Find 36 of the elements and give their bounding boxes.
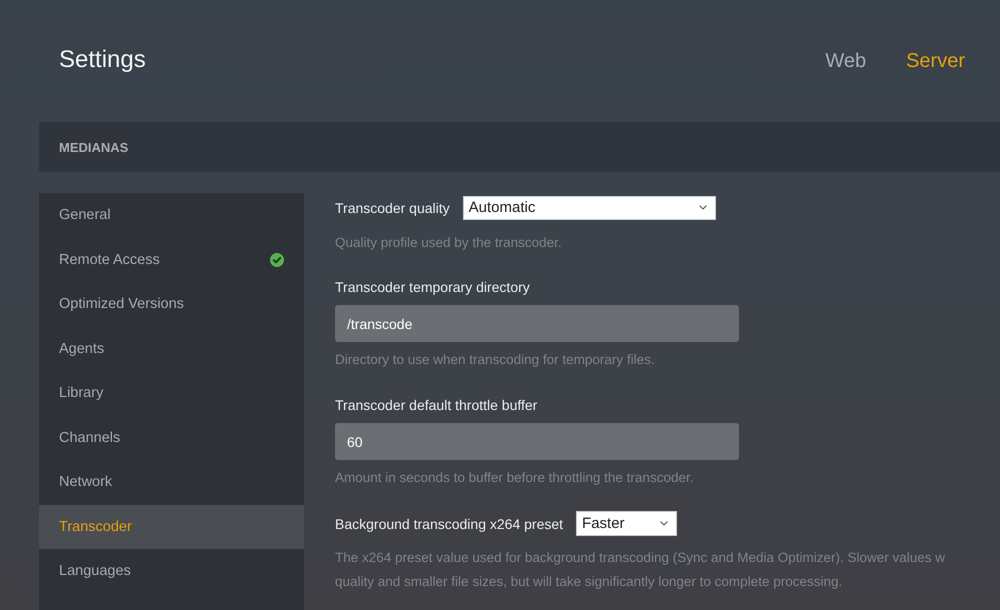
server-name: MEDIANAS: [59, 140, 128, 154]
sidebar-item-label: General: [59, 207, 111, 224]
page-title: Settings: [59, 46, 146, 74]
sidebar-item[interactable]: Remote Access: [39, 238, 304, 282]
sidebar-item[interactable]: Agents: [39, 326, 304, 371]
sidebar-item[interactable]: Network: [39, 460, 304, 504]
setting-label: Background transcoding x264 preset: [335, 514, 564, 532]
sidebar-item-label: Transcoder: [59, 518, 132, 535]
setting-label: Transcoder temporary directory: [335, 278, 531, 296]
chevron-down-icon: [698, 205, 707, 210]
sidebar-item-label: Channels: [59, 430, 120, 446]
help-text: Amount in seconds to buffer before throttling the transcoder.: [335, 469, 694, 487]
sidebar-item[interactable]: Channels: [39, 416, 304, 460]
help-text: The x264 preset value used for background transcoding (Sync and Media Optimizer). Slower values w quality and smaller file sizes, but will take significantly longer to complete processing.: [335, 549, 946, 591]
chevron-down-icon: [660, 521, 668, 526]
sidebar-item-label: Optimized Versions: [59, 296, 184, 312]
sidebar-item[interactable]: General: [39, 193, 304, 238]
text-input[interactable]: /transcode: [335, 305, 739, 342]
sidebar-item-label: Languages: [59, 563, 131, 580]
sidebar-item-label: Library: [59, 385, 104, 402]
tab[interactable]: Server: [906, 50, 965, 72]
sidebar-item[interactable]: Library: [39, 371, 304, 416]
sidebar-item[interactable]: Optimized Versions: [39, 282, 304, 326]
tab[interactable]: Web: [825, 50, 866, 72]
sidebar-item[interactable]: Transcoder: [39, 504, 304, 549]
help-text: Directory to use when transcoding for temporary files.: [335, 351, 656, 369]
setting-label: Transcoder default throttle buffer: [335, 396, 538, 414]
sidebar-item-label: Remote Access: [59, 252, 160, 268]
sidebar-item-label: Agents: [59, 340, 104, 357]
sidebar-item-label: Network: [59, 474, 112, 490]
setting-label: Transcoder quality: [335, 198, 450, 216]
dropdown-select[interactable]: Faster: [576, 511, 678, 536]
text-input[interactable]: 60: [335, 423, 739, 460]
sidebar-item[interactable]: Languages: [39, 549, 304, 594]
dropdown-select[interactable]: Automatic: [462, 196, 716, 220]
help-text: Quality profile used by the transcoder.: [335, 234, 563, 252]
